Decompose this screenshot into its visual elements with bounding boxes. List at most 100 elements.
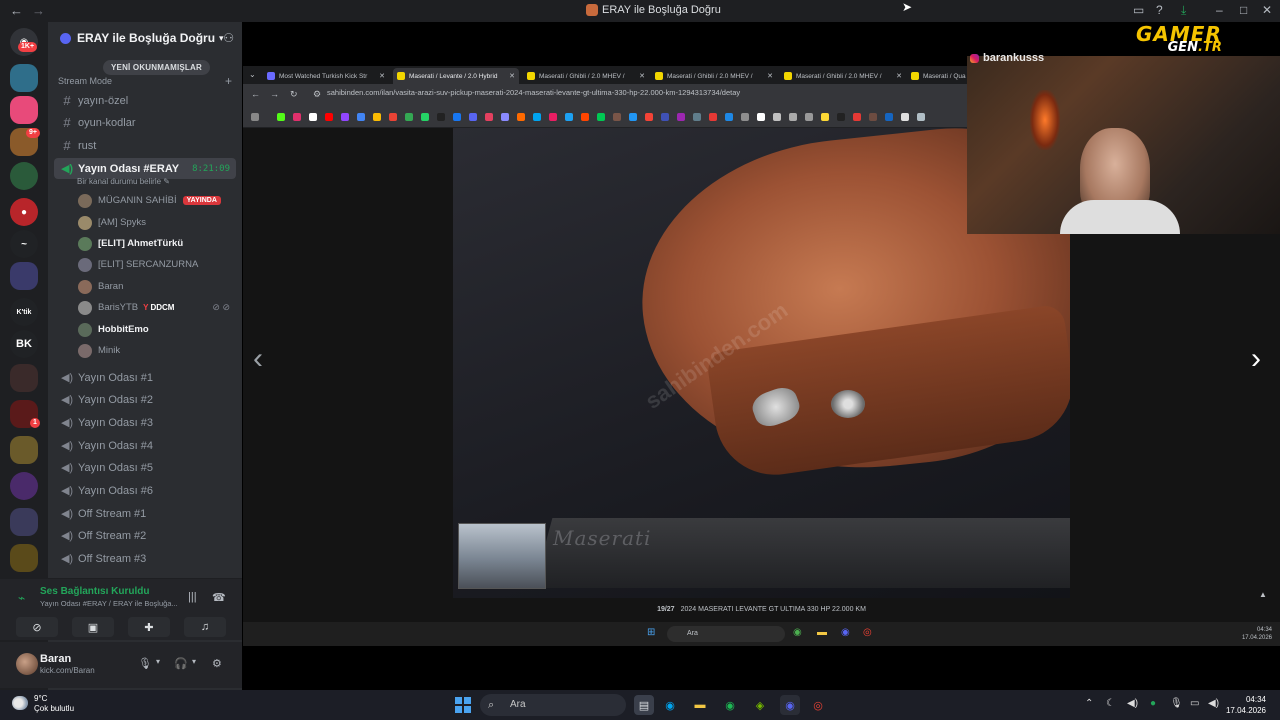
server-icon-1[interactable] bbox=[10, 64, 38, 92]
browser-tab[interactable]: Maserati / Ghibli / 2.0 MHEV / ✕ bbox=[651, 68, 777, 84]
bookmark-icon[interactable] bbox=[885, 113, 893, 121]
bookmark-icon[interactable] bbox=[853, 113, 861, 121]
back-arrow-icon[interactable]: ← bbox=[251, 89, 260, 99]
next-photo-arrow-icon[interactable]: › bbox=[1251, 342, 1261, 376]
voice-user[interactable]: HobbitEmo bbox=[78, 319, 236, 340]
weather-widget[interactable]: 9°C Çok bulutlu bbox=[12, 694, 74, 714]
server-icon-6[interactable] bbox=[10, 472, 38, 500]
bookmark-icon[interactable] bbox=[533, 113, 541, 121]
forward-arrow-icon[interactable]: → bbox=[270, 89, 279, 99]
bookmark-icon[interactable] bbox=[677, 113, 685, 121]
bookmark-icon[interactable] bbox=[709, 113, 717, 121]
url-field[interactable]: sahibinden.com/ilan/vasita-arazi-suv-pic… bbox=[327, 88, 740, 97]
channel-oyun-kodlar[interactable]: # oyun-kodlar bbox=[54, 112, 236, 133]
bookmark-icon[interactable] bbox=[565, 113, 573, 121]
bookmark-icon[interactable] bbox=[597, 113, 605, 121]
voice-user[interactable]: BarisYTB Y DDCM ⊘ ⊘ bbox=[78, 297, 236, 318]
soundboard-button[interactable]: ♫ bbox=[184, 617, 226, 637]
bookmark-icon[interactable] bbox=[693, 113, 701, 121]
bookmark-icon[interactable] bbox=[437, 113, 445, 121]
voice-user[interactable]: Baran bbox=[78, 276, 236, 297]
user-name[interactable]: Baran bbox=[40, 653, 71, 665]
channel-status[interactable]: Bir kanal durumu belirle ✎ bbox=[77, 177, 170, 186]
voice-channel[interactable]: ◀) Yayın Odası #6 bbox=[54, 480, 236, 501]
bookmark-icon[interactable] bbox=[741, 113, 749, 121]
minimize-icon[interactable]: – bbox=[1216, 3, 1223, 17]
voice-channel[interactable]: ◀) Off Stream #3 bbox=[54, 548, 236, 569]
volume-icon[interactable]: ◀) bbox=[1127, 698, 1138, 709]
taskbar-search[interactable]: ⌕ Ara bbox=[480, 694, 626, 716]
tab-search-icon[interactable]: ⌄ bbox=[249, 70, 256, 79]
forward-arrow-icon[interactable]: → bbox=[32, 3, 45, 18]
close-icon[interactable]: ✕ bbox=[1262, 3, 1272, 17]
bookmark-icon[interactable] bbox=[405, 113, 413, 121]
server-icon-2[interactable] bbox=[10, 96, 38, 124]
tab-close-icon[interactable]: ✕ bbox=[509, 72, 515, 80]
speaker-icon[interactable]: ◀) bbox=[1208, 698, 1219, 709]
tray-overflow-icon[interactable]: ⌃ bbox=[1085, 698, 1093, 709]
server-icon-5[interactable] bbox=[10, 262, 38, 290]
bookmark-icon[interactable] bbox=[917, 113, 925, 121]
bookmark-facebook-icon[interactable] bbox=[453, 113, 461, 121]
server-icon-kritik[interactable]: K'tik bbox=[10, 298, 38, 326]
bookmark-icon[interactable] bbox=[901, 113, 909, 121]
disconnect-icon[interactable]: ☎ bbox=[212, 591, 226, 604]
back-arrow-icon[interactable]: ← bbox=[10, 3, 23, 18]
server-folder-4[interactable] bbox=[10, 508, 38, 536]
server-icon-bk[interactable]: BK bbox=[10, 330, 38, 358]
help-icon[interactable]: ? bbox=[1156, 3, 1163, 17]
bookmark-discord-icon[interactable] bbox=[469, 113, 477, 121]
browser-tab[interactable]: Maserati / Qua bbox=[907, 68, 967, 84]
apps-icon[interactable] bbox=[251, 113, 259, 121]
bookmark-icon[interactable] bbox=[581, 113, 589, 121]
browser-tab-active[interactable]: Maserati / Levante / 2.0 Hybrid ✕ bbox=[393, 68, 519, 84]
bookmark-icon[interactable] bbox=[821, 113, 829, 121]
tab-close-icon[interactable]: ✕ bbox=[767, 72, 773, 80]
tab-close-icon[interactable]: ✕ bbox=[896, 72, 902, 80]
bookmark-icon[interactable] bbox=[789, 113, 797, 121]
voice-channel[interactable]: ◀) Off Stream #2 bbox=[54, 525, 236, 546]
browser-tab[interactable]: Maserati / Ghibli / 2.0 MHEV / ✕ bbox=[523, 68, 649, 84]
bookmark-icon[interactable] bbox=[501, 113, 509, 121]
channel-yayin-ozel[interactable]: # yayın-özel bbox=[54, 90, 236, 111]
previous-photo-arrow-icon[interactable]: ‹ bbox=[253, 342, 263, 376]
server-folder-1[interactable] bbox=[10, 364, 38, 392]
voice-channel-path[interactable]: Yayın Odası #ERAY / ERAY ile Boşluğa... bbox=[40, 599, 178, 608]
windows-start-icon[interactable] bbox=[455, 697, 471, 713]
site-info-icon[interactable]: ⚙ bbox=[313, 89, 321, 100]
bookmark-icon[interactable] bbox=[725, 113, 733, 121]
browser-tab[interactable]: Maserati / Ghibli / 2.0 MHEV / ✕ bbox=[780, 68, 906, 84]
chevron-down-icon[interactable]: ▾ bbox=[192, 657, 196, 666]
add-user-icon[interactable]: ⚇ bbox=[223, 31, 234, 45]
spotify-icon[interactable]: ◉ bbox=[720, 695, 740, 715]
taskbar-clock[interactable]: 04:34 17.04.2026 bbox=[1226, 694, 1266, 716]
server-folder-5[interactable] bbox=[10, 544, 38, 572]
edge-icon[interactable]: ◉ bbox=[660, 695, 680, 715]
avatar[interactable] bbox=[16, 653, 38, 675]
bookmark-twitch-icon[interactable] bbox=[341, 113, 349, 121]
bookmark-instagram-icon[interactable] bbox=[293, 113, 301, 121]
server-icon-folder[interactable] bbox=[10, 162, 38, 190]
voice-user[interactable]: [ELIT] AhmetTürkü bbox=[78, 233, 236, 254]
chrome-icon[interactable]: ◎ bbox=[808, 695, 828, 715]
voice-user[interactable]: MÜGANIN SAHİBİ YAYINDA bbox=[78, 190, 236, 211]
voice-user[interactable]: [ELIT] SERCANZURNA bbox=[78, 254, 236, 275]
bookmark-kick-icon[interactable] bbox=[277, 113, 285, 121]
bookmark-icon[interactable] bbox=[517, 113, 525, 121]
bookmark-icon[interactable] bbox=[645, 113, 653, 121]
bookmark-icon[interactable] bbox=[389, 113, 397, 121]
new-unreads-pill[interactable]: YENİ OKUNMAMIŞLAR bbox=[103, 60, 210, 75]
voice-connected-label[interactable]: Ses Bağlantısı Kuruldu bbox=[40, 586, 149, 597]
camera-off-button[interactable]: ⊘ bbox=[16, 617, 58, 637]
noise-suppression-icon[interactable]: ||| bbox=[188, 591, 197, 603]
download-icon[interactable]: ⤓ bbox=[1181, 3, 1186, 18]
browser-tab[interactable]: Most Watched Turkish Kick Str ✕ bbox=[263, 68, 389, 84]
server-header[interactable]: ERAY ile Boşluğa Doğru ▾ ⚇ bbox=[48, 22, 242, 54]
microphone-icon[interactable]: 🎙 bbox=[1170, 698, 1183, 709]
server-icon-4[interactable]: ~ bbox=[10, 230, 38, 258]
dealership-thumbnail[interactable] bbox=[458, 523, 546, 589]
nvidia-icon[interactable]: ◈ bbox=[750, 695, 770, 715]
voice-channel[interactable]: ◀) Yayın Odası #3 bbox=[54, 412, 236, 433]
task-view-icon[interactable]: ▤ bbox=[634, 695, 654, 715]
bookmark-youtube-icon[interactable] bbox=[325, 113, 333, 121]
